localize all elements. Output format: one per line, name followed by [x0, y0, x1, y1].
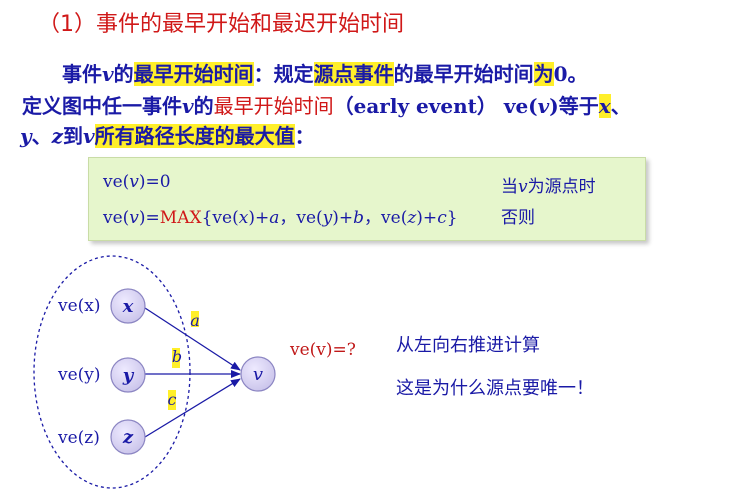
- var-x: x: [598, 94, 611, 118]
- label-ve-y: ve(y): [57, 365, 101, 385]
- formula-row-2: ve(v)=MAX{ve(x)+a，ve(y)+b，ve(z)+c}: [103, 203, 458, 228]
- highlight-wei: 为: [533, 62, 554, 86]
- var-v: v: [82, 124, 95, 148]
- text: 、: [610, 94, 631, 118]
- text: )等于: [549, 94, 599, 118]
- text: ：: [294, 124, 315, 148]
- zero-value: 0: [553, 62, 568, 86]
- text: )=0: [138, 172, 171, 192]
- var-v: v: [129, 208, 139, 228]
- text: 的最早开始时间: [393, 62, 534, 86]
- text: 、: [31, 124, 52, 148]
- var-y: y: [20, 124, 32, 148]
- note-left-to-right: 从左向右推进计算: [396, 335, 540, 356]
- text: }: [446, 208, 458, 228]
- text: )+: [248, 208, 270, 228]
- text: ：规定: [253, 62, 314, 86]
- edge-label-b: b: [172, 347, 182, 366]
- text: 事件: [62, 62, 102, 86]
- text: ，ve(: [364, 208, 408, 228]
- var-v: v: [537, 94, 550, 118]
- text: ve(: [103, 172, 130, 192]
- label-ve-x: ve(x): [57, 296, 101, 316]
- highlight-earliest-time: 最早开始时间: [133, 62, 254, 86]
- paragraph-line-3: y、z到v所有路径长度的最大值：: [20, 120, 315, 149]
- var-z: z: [51, 124, 63, 148]
- formula-cond-1: 当v为源点时: [501, 172, 596, 197]
- note-unique-source: 这是为什么源点要唯一！: [396, 378, 594, 399]
- var-v: v: [182, 94, 194, 118]
- var-x: x: [238, 208, 249, 228]
- text: {ve(: [201, 208, 239, 228]
- text: )=: [138, 208, 160, 228]
- node-z-label: z: [122, 427, 134, 448]
- text: （early event） ve(: [333, 94, 538, 118]
- text: )+: [332, 208, 354, 228]
- var-z: z: [407, 208, 417, 228]
- edge-label-c: c: [168, 390, 177, 409]
- text: 。: [567, 62, 588, 86]
- var-v: v: [102, 62, 114, 86]
- formula-row-1: ve(v)=0: [103, 172, 171, 192]
- var-a: a: [269, 208, 280, 228]
- var-v: v: [129, 172, 139, 192]
- max-keyword: MAX: [159, 208, 202, 228]
- text: 到: [62, 124, 83, 148]
- edge-label-a: a: [190, 311, 200, 330]
- text: 为源点时: [527, 177, 596, 197]
- text: 当: [501, 177, 518, 197]
- paragraph-line-2: 定义图中任一事件v的最早开始时间（early event） ve(v)等于x、: [22, 90, 631, 119]
- paragraph-line-1: 事件v的最早开始时间：规定源点事件的最早开始时间为0。: [62, 58, 588, 87]
- formula-box: ve(v)=0 当v为源点时 ve(v)=MAX{ve(x)+a，ve(y)+b…: [88, 157, 646, 241]
- question-ve-v: ve(v)=?: [289, 340, 356, 360]
- edge-z-v: [144, 378, 241, 438]
- text: 的: [193, 94, 214, 118]
- node-x-label: x: [122, 296, 134, 317]
- var-v: v: [518, 177, 528, 197]
- node-v-label: v: [253, 364, 263, 385]
- highlight-max-path: 所有路径长度的最大值: [94, 124, 295, 148]
- text: ，ve(: [279, 208, 323, 228]
- formula-cond-2: 否则: [501, 208, 535, 228]
- node-y-label: y: [122, 365, 135, 386]
- text: ve(: [103, 208, 130, 228]
- event-graph: a b c x y z v ve(x) ve(y) ve(z) ve(v)=?: [33, 255, 356, 489]
- text: 定义图中任一事件: [22, 94, 182, 118]
- var-y: y: [322, 208, 333, 228]
- label-ve-z: ve(z): [57, 428, 100, 448]
- highlight-source-event: 源点事件: [313, 62, 394, 86]
- text: 的: [113, 62, 134, 86]
- var-b: b: [353, 208, 365, 228]
- var-c: c: [437, 208, 447, 228]
- text: )+: [416, 208, 438, 228]
- red-earliest-time: 最早开始时间: [213, 94, 334, 118]
- section-title: （1）事件的最早开始和最迟开始时间: [38, 12, 404, 37]
